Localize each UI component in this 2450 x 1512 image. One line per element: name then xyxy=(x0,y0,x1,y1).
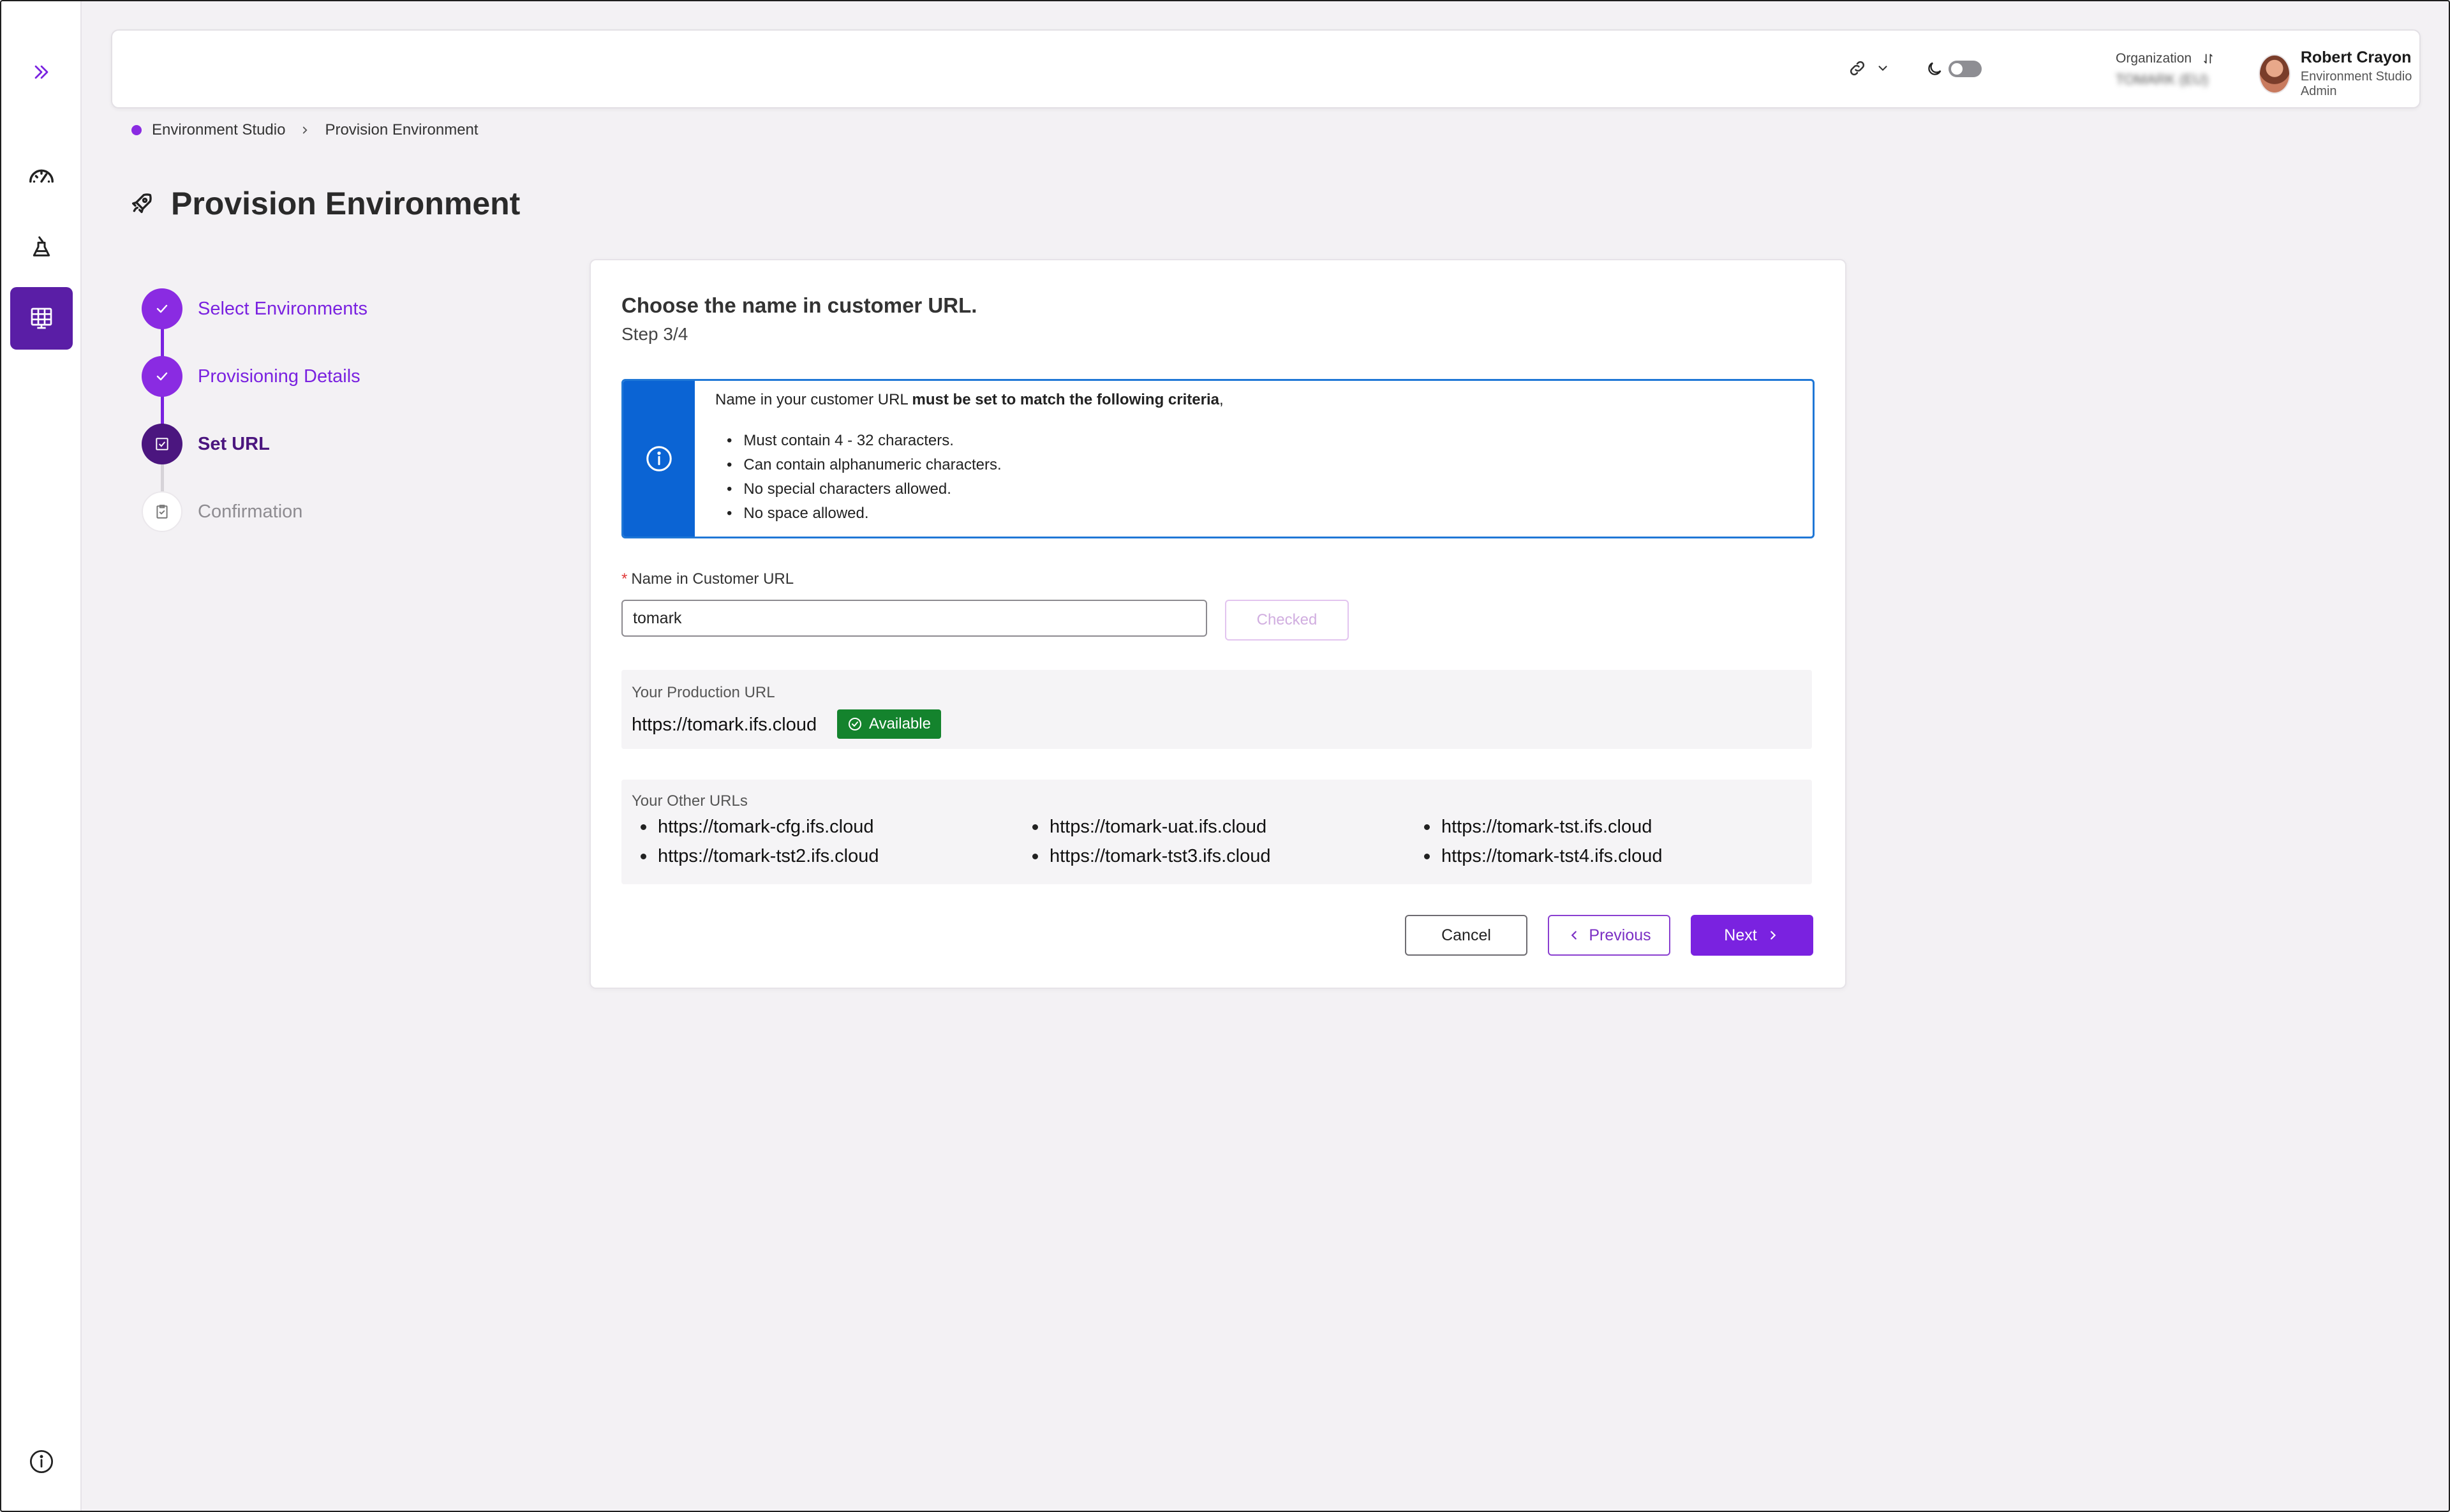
info-intro: Name in your customer URL must be set to… xyxy=(715,391,1224,409)
side-rail xyxy=(1,1,82,1511)
customer-url-label-text: Name in Customer URL xyxy=(631,570,794,588)
required-asterisk: * xyxy=(621,570,628,588)
page-header: Provision Environment xyxy=(129,185,520,222)
theme-toggle[interactable] xyxy=(1926,60,1982,78)
page-title: Provision Environment xyxy=(171,186,521,221)
production-url-panel: Your Production URL https://tomark.ifs.c… xyxy=(621,670,1812,749)
check-icon xyxy=(156,372,168,381)
criteria-item: Can contain alphanumeric characters. xyxy=(727,456,1224,474)
url-form-icon xyxy=(156,438,168,450)
info-intro-bold: must be set to match the following crite… xyxy=(912,391,1219,408)
other-urls-panel: Your Other URLs https://tomark-cfg.ifs.c… xyxy=(621,780,1812,884)
step-label: Confirmation xyxy=(198,501,303,522)
check-availability-button[interactable]: Checked xyxy=(1225,600,1349,641)
breadcrumb-dot xyxy=(131,125,142,135)
url-card: Choose the name in customer URL. Step 3/… xyxy=(590,259,1846,989)
link-menu-button[interactable] xyxy=(1848,59,1890,78)
criteria-list: Must contain 4 - 32 characters. Can cont… xyxy=(715,432,1224,523)
breadcrumb-current: Provision Environment xyxy=(325,121,479,138)
dashboard-nav-button[interactable] xyxy=(10,144,73,207)
other-url-item: https://tomark-cfg.ifs.cloud xyxy=(641,817,873,838)
next-button[interactable]: Next xyxy=(1691,915,1813,956)
status-badge: Available xyxy=(837,709,941,739)
moon-icon xyxy=(1928,62,1941,75)
step-label: Select Environments xyxy=(198,298,368,319)
customer-url-input[interactable] xyxy=(621,600,1207,637)
production-url-label: Your Production URL xyxy=(632,684,775,701)
breadcrumb-root[interactable]: Environment Studio xyxy=(152,121,285,139)
speedometer-icon xyxy=(29,169,54,183)
card-step: Step 3/4 xyxy=(621,324,688,344)
info-icon xyxy=(29,1449,54,1474)
other-url-item: https://tomark-tst3.ifs.cloud xyxy=(1032,846,1271,867)
info-body: Name in your customer URL must be set to… xyxy=(695,381,1224,537)
previous-button[interactable]: Previous xyxy=(1548,915,1670,956)
step-set-url[interactable]: Set URL xyxy=(142,424,270,464)
customer-url-label: * Name in Customer URL xyxy=(621,570,794,588)
chevrons-right-icon xyxy=(34,65,48,79)
check-icon xyxy=(156,304,168,313)
expand-sidebar-button[interactable] xyxy=(10,41,73,103)
rocket-icon xyxy=(132,193,152,213)
user-role: Environment Studio Admin xyxy=(2300,70,2412,98)
info-intro-text: Name in your customer URL xyxy=(715,391,912,408)
environments-nav-button[interactable] xyxy=(10,216,73,278)
step-done-indicator xyxy=(142,288,182,329)
chevron-right-icon xyxy=(303,126,308,134)
other-urls-label: Your Other URLs xyxy=(632,792,748,810)
clipboard-check-icon xyxy=(156,505,168,519)
info-button[interactable] xyxy=(10,1430,73,1493)
step-done-indicator xyxy=(142,356,182,397)
provision-grid-icon xyxy=(31,308,52,329)
avatar xyxy=(2259,54,2290,94)
step-confirmation[interactable]: Confirmation xyxy=(142,491,302,532)
user-menu[interactable]: Robert Crayon Environment Studio Admin xyxy=(2157,48,2419,99)
card-title: Choose the name in customer URL. xyxy=(621,293,977,317)
step-provisioning-details[interactable]: Provisioning Details xyxy=(142,356,360,397)
step-select-environments[interactable]: Select Environments xyxy=(142,288,368,329)
top-header: Organization TOMARK (EU) Robert Crayon E… xyxy=(111,29,2421,108)
breadcrumb: Environment Studio Provision Environment xyxy=(131,121,479,139)
step-label: Provisioning Details xyxy=(198,366,360,387)
chevron-down-icon xyxy=(1878,66,1887,71)
next-button-label: Next xyxy=(1724,926,1757,944)
chevron-left-icon xyxy=(1571,931,1577,940)
other-url-item: https://tomark-tst4.ifs.cloud xyxy=(1424,846,1663,867)
status-badge-label: Available xyxy=(869,715,931,732)
other-url-item: https://tomark-uat.ifs.cloud xyxy=(1032,817,1266,838)
production-url: https://tomark.ifs.cloud xyxy=(632,715,817,735)
other-url-item: https://tomark-tst2.ifs.cloud xyxy=(641,846,879,867)
criteria-item: Must contain 4 - 32 characters. xyxy=(727,432,1224,450)
criteria-info-box: Name in your customer URL must be set to… xyxy=(621,379,1815,538)
criteria-item: No special characters allowed. xyxy=(727,480,1224,498)
provision-nav-button[interactable] xyxy=(10,287,73,350)
theme-switch[interactable] xyxy=(1949,61,1982,77)
step-pending-indicator xyxy=(142,491,182,532)
info-icon xyxy=(646,446,672,471)
previous-button-label: Previous xyxy=(1589,926,1651,944)
link-icon xyxy=(1850,61,1865,76)
info-side xyxy=(623,381,695,537)
step-label: Set URL xyxy=(198,433,270,454)
cancel-button-label: Cancel xyxy=(1441,926,1491,944)
cancel-button[interactable]: Cancel xyxy=(1405,915,1527,956)
other-url-item: https://tomark-tst.ifs.cloud xyxy=(1424,817,1652,838)
check-circle-icon xyxy=(849,718,861,730)
user-name: Robert Crayon xyxy=(2300,48,2412,66)
step-current-indicator xyxy=(142,424,182,464)
chevron-right-icon xyxy=(1770,931,1776,940)
criteria-item: No space allowed. xyxy=(727,505,1224,523)
environment-flask-icon xyxy=(33,236,50,256)
info-intro-end: , xyxy=(1219,391,1224,408)
